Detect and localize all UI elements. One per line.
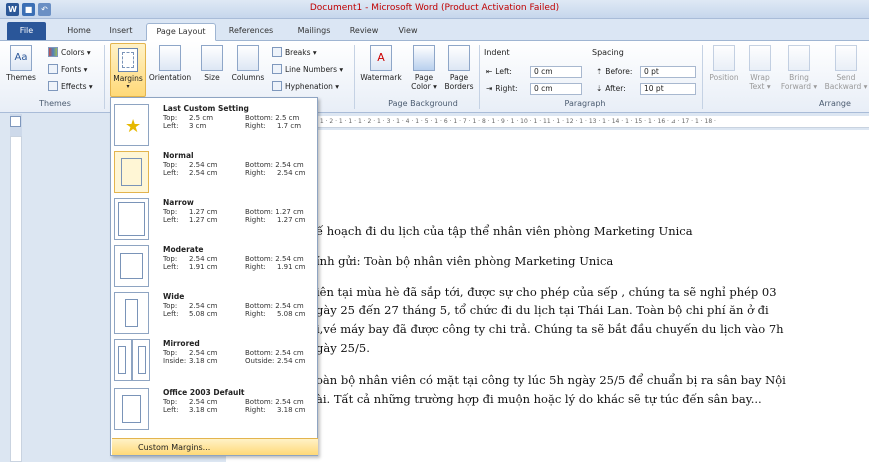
star-icon: ★ (125, 116, 142, 137)
wrap-text-button[interactable]: Wrap Text ▾ (746, 45, 774, 91)
tab-view[interactable]: View (394, 23, 422, 41)
tab-mailings[interactable]: Mailings (292, 23, 336, 41)
margin-option-wide[interactable]: Wide Top: 2.54 cm Bottom: 2.54 cm Left: … (111, 289, 317, 337)
margin-thumbnail (114, 198, 149, 240)
spacing-after-field[interactable]: 10 pt (640, 83, 696, 95)
separator (479, 45, 480, 109)
bring-forward-button[interactable]: Bring Forward ▾ (778, 45, 820, 91)
spacing-label: Spacing (592, 48, 624, 57)
page-borders-icon (448, 45, 470, 71)
margin-thumbnail (114, 151, 149, 193)
separator (354, 45, 355, 109)
colors-icon (48, 47, 58, 57)
tab-page-layout[interactable]: Page Layout (146, 23, 216, 41)
separator (702, 45, 703, 109)
page-borders-button[interactable]: Page Borders (442, 45, 476, 91)
horizontal-ruler[interactable]: · 1 · 2 · 1 · 1 · 1 · 2 · 1 · 3 · 1 · 4 … (316, 116, 869, 128)
spacing-before-label: ⇡ Before: (596, 67, 633, 76)
orientation-button[interactable]: Orientation (147, 45, 193, 82)
indent-left-field[interactable]: 0 cm (530, 66, 582, 78)
spacing-before-icon: ⇡ (596, 67, 603, 76)
watermark-button[interactable]: A Watermark (358, 45, 404, 82)
tab-references[interactable]: References (222, 23, 280, 41)
fonts-icon (48, 64, 58, 74)
line-numbers-button[interactable]: Line Numbers ▾ (272, 64, 343, 74)
indent-label: Indent (484, 48, 510, 57)
columns-button[interactable]: Columns (229, 45, 267, 82)
doc-line: gày 25 đến 27 tháng 5, tổ chức đi du lịc… (316, 303, 769, 317)
doc-line: ài. Tất cả những trường hợp đi muộn hoặc… (316, 392, 762, 406)
spacing-after-icon: ⇣ (596, 84, 603, 93)
margin-option-normal[interactable]: Normal Top: 2.54 cm Bottom: 2.54 cm Left… (111, 148, 317, 196)
effects-icon (48, 81, 58, 91)
tab-selector[interactable] (10, 116, 21, 127)
vertical-ruler[interactable] (10, 136, 22, 462)
margin-thumbnail (114, 292, 149, 334)
margin-option-mirrored[interactable]: Mirrored Top: 2.54 cm Bottom: 2.54 cm In… (111, 336, 317, 384)
margin-thumbnail (132, 339, 150, 381)
margin-thumbnail (114, 388, 149, 430)
hyphenation-icon (272, 81, 282, 91)
group-label-arrange: Arrange (819, 99, 851, 108)
themes-button[interactable]: Aa Themes (6, 45, 36, 82)
doc-line: ế hoạch đi du lịch của tập thể nhân viên… (316, 224, 693, 238)
tab-insert[interactable]: Insert (104, 23, 138, 41)
chevron-down-icon: ▾ (126, 83, 130, 90)
custom-margins-item[interactable]: Custom Margins... (112, 438, 318, 455)
colors-button[interactable]: Colors ▾ (48, 47, 91, 57)
size-button[interactable]: Size (199, 45, 225, 82)
bring-forward-icon (788, 45, 810, 71)
indent-left-label: ⇤ Left: (486, 67, 512, 76)
send-backward-button[interactable]: Send Backward ▾ (824, 45, 868, 91)
spacing-after-label: ⇣ After: (596, 84, 626, 93)
doc-line: oàn bộ nhân viên có mặt tại công ty lúc … (316, 373, 786, 387)
indent-right-icon: ⇥ (486, 84, 493, 93)
orientation-icon (159, 45, 181, 71)
send-backward-icon (835, 45, 857, 71)
line-numbers-icon (272, 64, 282, 74)
margins-button[interactable]: Margins ▾ (110, 43, 146, 97)
margin-thumbnail: ★ (114, 104, 149, 146)
indent-left-icon: ⇤ (486, 67, 493, 76)
tab-home[interactable]: Home (64, 23, 94, 41)
ribbon-tabs: File Home Insert Page Layout References … (0, 19, 869, 41)
separator (104, 45, 105, 109)
themes-icon: Aa (10, 45, 32, 71)
margins-icon (118, 48, 138, 72)
margin-option-office-2003[interactable]: Office 2003 Default Top: 2.54 cm Bottom:… (111, 385, 317, 433)
page-color-icon (413, 45, 435, 71)
fonts-button[interactable]: Fonts ▾ (48, 64, 87, 74)
margin-option-last-custom[interactable]: ★ Last Custom Setting Top: 2.5 cm Bottom… (111, 101, 317, 149)
doc-line: i,vé máy bay đã được công ty chi trả. Ch… (316, 322, 784, 336)
group-label-paragraph: Paragraph (564, 99, 606, 108)
group-label-page-background: Page Background (388, 99, 458, 108)
indent-right-label: ⇥ Right: (486, 84, 518, 93)
position-button[interactable]: Position (704, 45, 744, 82)
columns-icon (237, 45, 259, 71)
hyphenation-button[interactable]: Hyphenation ▾ (272, 81, 339, 91)
page-color-button[interactable]: Page Color ▾ (406, 45, 442, 91)
breaks-button[interactable]: Breaks ▾ (272, 47, 317, 57)
window-title: Document1 - Microsoft Word (Product Acti… (309, 3, 560, 13)
margin-thumbnail (114, 245, 149, 287)
watermark-icon: A (370, 45, 392, 71)
margin-option-narrow[interactable]: Narrow Top: 1.27 cm Bottom: 1.27 cm Left… (111, 195, 317, 243)
breaks-icon (272, 47, 282, 57)
tab-file[interactable]: File (7, 22, 46, 40)
spacing-before-field[interactable]: 0 pt (640, 66, 696, 78)
size-icon (201, 45, 223, 71)
doc-line: iên tại mùa hè đã sắp tới, được sự cho p… (316, 285, 777, 299)
margin-thumbnail (114, 339, 132, 381)
doc-line: gày 25/5. (316, 341, 370, 355)
tab-review[interactable]: Review (346, 23, 382, 41)
margins-dropdown: ★ Last Custom Setting Top: 2.5 cm Bottom… (110, 97, 318, 456)
title-bar: W ■ ↶ Document1 - Microsoft Word (Produc… (0, 0, 869, 19)
doc-line: ính gửi: Toàn bộ nhân viên phòng Marketi… (316, 254, 614, 268)
margin-option-moderate[interactable]: Moderate Top: 2.54 cm Bottom: 2.54 cm Le… (111, 242, 317, 290)
group-label-themes: Themes (39, 99, 71, 108)
wrap-text-icon (749, 45, 771, 71)
effects-button[interactable]: Effects ▾ (48, 81, 93, 91)
position-icon (713, 45, 735, 71)
indent-right-field[interactable]: 0 cm (530, 83, 582, 95)
